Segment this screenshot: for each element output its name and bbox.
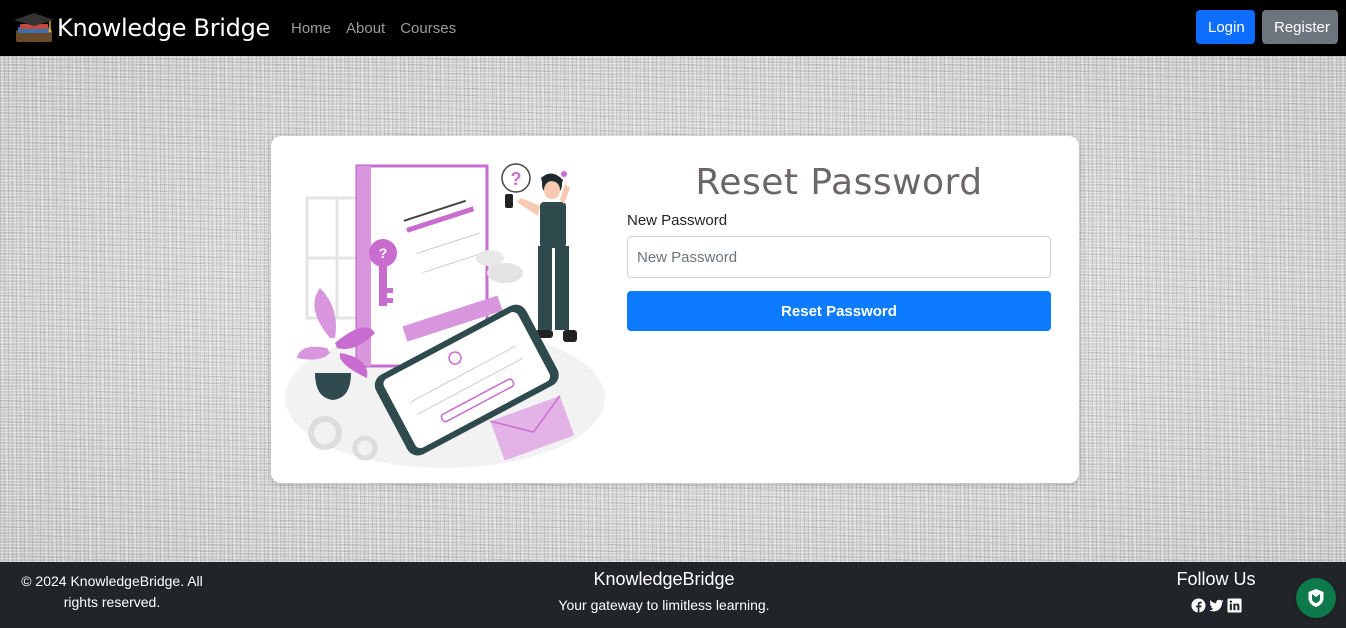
login-button[interactable]: Login <box>1196 10 1255 44</box>
footer-brand: KnowledgeBridge <box>593 569 735 589</box>
linkedin-icon[interactable] <box>1226 598 1242 613</box>
nav-links: Home About Courses <box>291 20 471 37</box>
nav-link-about[interactable]: About <box>346 20 385 37</box>
shield-glyph-icon <box>1308 589 1324 607</box>
svg-text:?: ? <box>511 169 522 189</box>
brand-name: Knowledge Bridge <box>57 14 270 42</box>
top-navbar: Knowledge Bridge Home About Courses Logi… <box>0 0 1346 56</box>
auth-buttons: Login Register <box>1196 10 1338 44</box>
reset-form: Reset Password New Password Reset Passwo… <box>627 162 1051 331</box>
follow-us: Follow Us <box>1156 569 1276 613</box>
graduation-cap-logo-icon <box>14 13 54 42</box>
new-password-label: New Password <box>627 212 728 229</box>
nav-link-courses[interactable]: Courses <box>400 20 456 37</box>
facebook-icon[interactable] <box>1190 598 1206 613</box>
register-button[interactable]: Register <box>1262 10 1338 44</box>
copyright-text: © 2024 KnowledgeBridge. All rights reser… <box>21 573 203 610</box>
footer: © 2024 KnowledgeBridge. All rights reser… <box>0 562 1346 628</box>
footer-tagline: Your gateway to limitless learning. <box>558 597 770 613</box>
shield-icon[interactable] <box>1296 578 1336 618</box>
twitter-icon[interactable] <box>1208 598 1224 613</box>
brand[interactable]: Knowledge Bridge <box>12 12 270 44</box>
nav-link-home[interactable]: Home <box>291 20 331 37</box>
new-password-input[interactable] <box>627 236 1051 278</box>
follow-us-title: Follow Us <box>1176 569 1256 589</box>
form-title: Reset Password <box>695 162 983 203</box>
reset-password-card: ? ? Reset Password New Password Reset Pa… <box>271 136 1079 483</box>
reset-password-illustration: ? ? <box>285 163 605 468</box>
footer-center: KnowledgeBridge Your gateway to limitles… <box>494 569 834 613</box>
svg-text:?: ? <box>379 245 388 261</box>
reset-password-button[interactable]: Reset Password <box>627 291 1051 331</box>
social-links <box>1156 598 1276 613</box>
